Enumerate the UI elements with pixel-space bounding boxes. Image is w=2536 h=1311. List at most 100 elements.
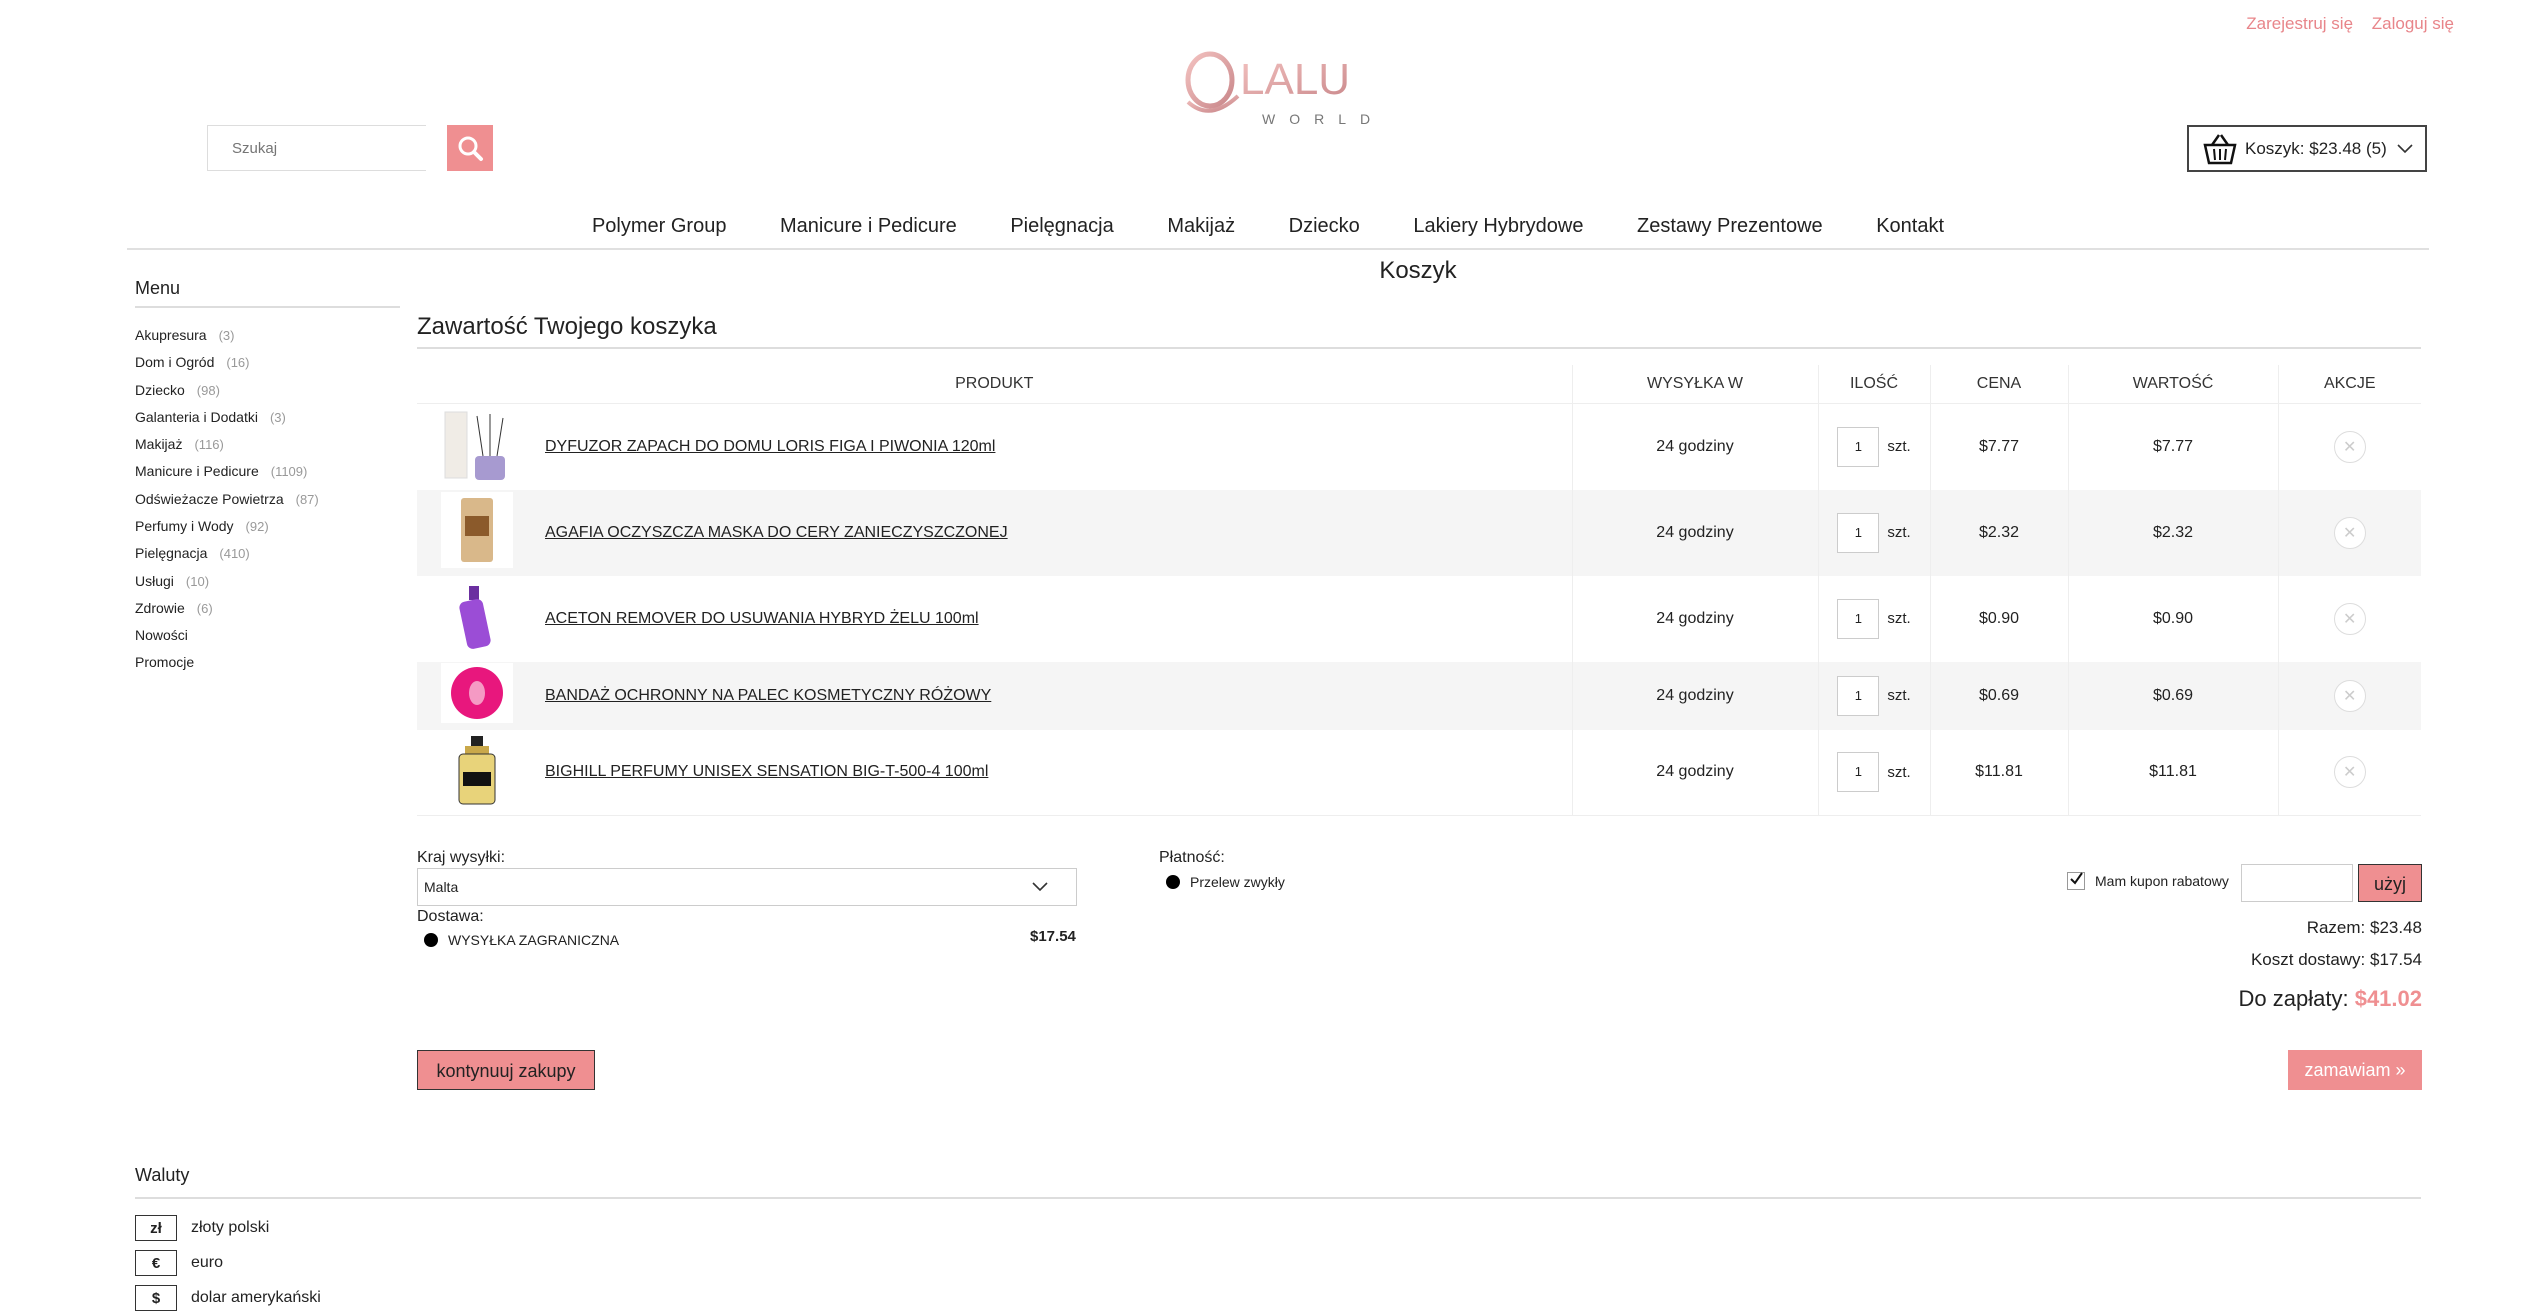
search-button[interactable] [447,125,493,171]
qty-cell: 1 szt. [1818,489,1931,576]
sidebar-item-label: Usługi [135,572,174,589]
checkbox-icon [2067,872,2085,890]
login-link[interactable]: Zaloguj się [2372,14,2454,33]
order-button[interactable]: zamawiam » [2288,1050,2422,1090]
continue-shopping-button[interactable]: kontynuuj zakupy [417,1050,595,1090]
diffuser-thumb-icon[interactable] [441,406,513,482]
sidebar-item-count: (1109) [270,464,308,480]
coupon-checkbox[interactable]: Mam kupon rabatowy [2067,872,2229,890]
product-link[interactable]: BANDAŻ OCHRONNY NA PALEC KOSMETYCZNY RÓŻ… [545,687,991,704]
country-label: Kraj wysyłki: [417,849,506,866]
sidebar-item[interactable]: Akupresura (3) [135,322,319,349]
nav-lakiery[interactable]: Lakiery Hybrydowe [1413,215,1583,237]
payment-option[interactable]: Przelew zwykły [1166,874,1285,890]
quantity-input[interactable]: 1 [1837,426,1880,467]
sidebar-item[interactable]: Nowości [135,622,319,648]
nav-dziecko[interactable]: Dziecko [1289,215,1360,237]
sidebar-item[interactable]: Pielęgnacja (410) [135,540,319,567]
main-nav: Polymer Group Manicure i Pedicure Pielęg… [0,215,2536,238]
sidebar-item[interactable]: Usługi (10) [135,568,319,595]
product-name-cell: BIGHILL PERFUMY UNISEX SENSATION BIG-T-5… [537,729,1573,816]
cart-heading: Zawartość Twojego koszyka [417,313,717,340]
product-link[interactable]: BIGHILL PERFUMY UNISEX SENSATION BIG-T-5… [545,763,988,780]
sidebar-item[interactable]: Makijaż (116) [135,431,319,458]
price-cell: $0.90 [1930,575,2069,662]
cart-heading-divider [417,347,2421,349]
value-cell: $0.90 [2068,575,2279,662]
sidebar-item[interactable]: Manicure i Pedicure (1109) [135,458,319,485]
nav-zestawy[interactable]: Zestawy Prezentowe [1637,215,1823,237]
cart-summary: Koszyk: $23.48 (5) [2245,138,2387,158]
search-input[interactable] [207,125,426,171]
product-link[interactable]: AGAFIA OCZYSZCZA MASKA DO CERY ZANIECZYS… [545,524,1008,541]
sidebar-item[interactable]: Odświeżacze Powietrza (87) [135,486,319,513]
payment-option-label: Przelew zwykły [1190,874,1285,890]
nav-manicure[interactable]: Manicure i Pedicure [780,215,957,237]
col-wysylka: WYSYŁKA W [1572,365,1819,404]
logo-mark-icon: LALU WORLD [1185,51,1370,127]
sidebar-item-count: (16) [226,355,250,371]
col-wartosc: WARTOŚĆ [2068,365,2279,404]
bottle-thumb-icon[interactable] [441,578,513,654]
currency-item-eur[interactable]: € euro [135,1250,223,1276]
basket-icon [2203,133,2237,164]
nav-kontakt[interactable]: Kontakt [1876,215,1944,237]
currency-item-pln[interactable]: zł złoty polski [135,1215,269,1241]
table-row: BANDAŻ OCHRONNY NA PALEC KOSMETYCZNY RÓŻ… [417,661,2421,730]
site-logo[interactable]: LALU WORLD [1180,42,1400,132]
actions-cell: ✕ [2278,404,2421,490]
remove-item-button[interactable]: ✕ [2333,516,2366,549]
sachet-thumb-icon[interactable] [441,492,513,568]
value-cell: $11.81 [2068,729,2279,816]
nav-makijaz[interactable]: Makijaż [1167,215,1235,237]
country-value: Malta [424,879,459,895]
sidebar-item-count: (6) [196,600,213,616]
remove-item-button[interactable]: ✕ [2333,756,2366,789]
cart-widget[interactable]: Koszyk: $23.48 (5) [2187,125,2427,172]
nav-polymer-group[interactable]: Polymer Group [592,215,727,237]
sidebar-item-label: Manicure i Pedicure [135,463,259,480]
close-icon: ✕ [2343,687,2357,705]
quantity-input[interactable]: 1 [1837,675,1880,716]
remove-item-button[interactable]: ✕ [2333,430,2366,463]
product-link[interactable]: ACETON REMOVER DO USUWANIA HYBRYD ŻELU 1… [545,610,979,627]
product-thumb-cell [417,661,537,730]
currency-symbol: $ [135,1285,177,1311]
product-name-cell: DYFUZOR ZAPACH DO DOMU LORIS FIGA I PIWO… [537,403,1573,490]
sidebar-item-label: Akupresura [135,327,207,343]
search-icon [458,136,483,161]
sidebar-item[interactable]: Zdrowie (6) [135,595,319,622]
perfume-thumb-icon[interactable] [441,732,513,808]
cart-table: PRODUKT WYSYŁKA W ILOŚĆ CENA WARTOŚĆ AKC… [417,365,2421,816]
coupon-apply-button[interactable]: użyj [2358,864,2422,902]
remove-item-button[interactable]: ✕ [2333,602,2366,635]
page-title: Koszyk [1379,257,1457,284]
sidebar-item[interactable]: Galanteria i Dodatki (3) [135,404,319,431]
unit-label: szt. [1887,763,1911,781]
product-link[interactable]: DYFUZOR ZAPACH DO DOMU LORIS FIGA I PIWO… [545,438,995,455]
sidebar-item[interactable]: Dom i Ogród (16) [135,349,319,376]
register-link[interactable]: Zarejestruj się [2246,14,2353,33]
quantity-input[interactable]: 1 [1837,752,1880,793]
sidebar-item[interactable]: Dziecko (98) [135,377,319,404]
quantity-input[interactable]: 1 [1837,598,1880,639]
coupon-input[interactable] [2241,864,2353,902]
actions-cell: ✕ [2278,576,2421,662]
sidebar-item-label: Dom i Ogród [135,354,215,371]
currency-name: euro [191,1254,224,1271]
total-to-pay: Do zapłaty: $41.02 [2239,986,2422,1012]
delivery-option[interactable]: WYSYŁKA ZAGRANICZNA [424,932,619,948]
tape-thumb-icon[interactable] [441,663,513,723]
quantity-input[interactable]: 1 [1837,512,1880,553]
sidebar-item[interactable]: Promocje [135,649,319,675]
currency-item-usd[interactable]: $ dolar amerykański [135,1285,321,1311]
country-select[interactable]: Malta [417,868,1077,906]
sidebar-item-count: (92) [245,519,269,535]
value-cell: $0.69 [2068,661,2279,730]
sidebar-item[interactable]: Perfumy i Wody (92) [135,513,319,540]
search-bar [207,125,493,171]
delivery-price: $17.54 [1030,928,1076,945]
remove-item-button[interactable]: ✕ [2333,679,2366,712]
delivery-option-label: WYSYŁKA ZAGRANICZNA [448,932,620,948]
nav-pielegnacja[interactable]: Pielęgnacja [1010,215,1113,237]
